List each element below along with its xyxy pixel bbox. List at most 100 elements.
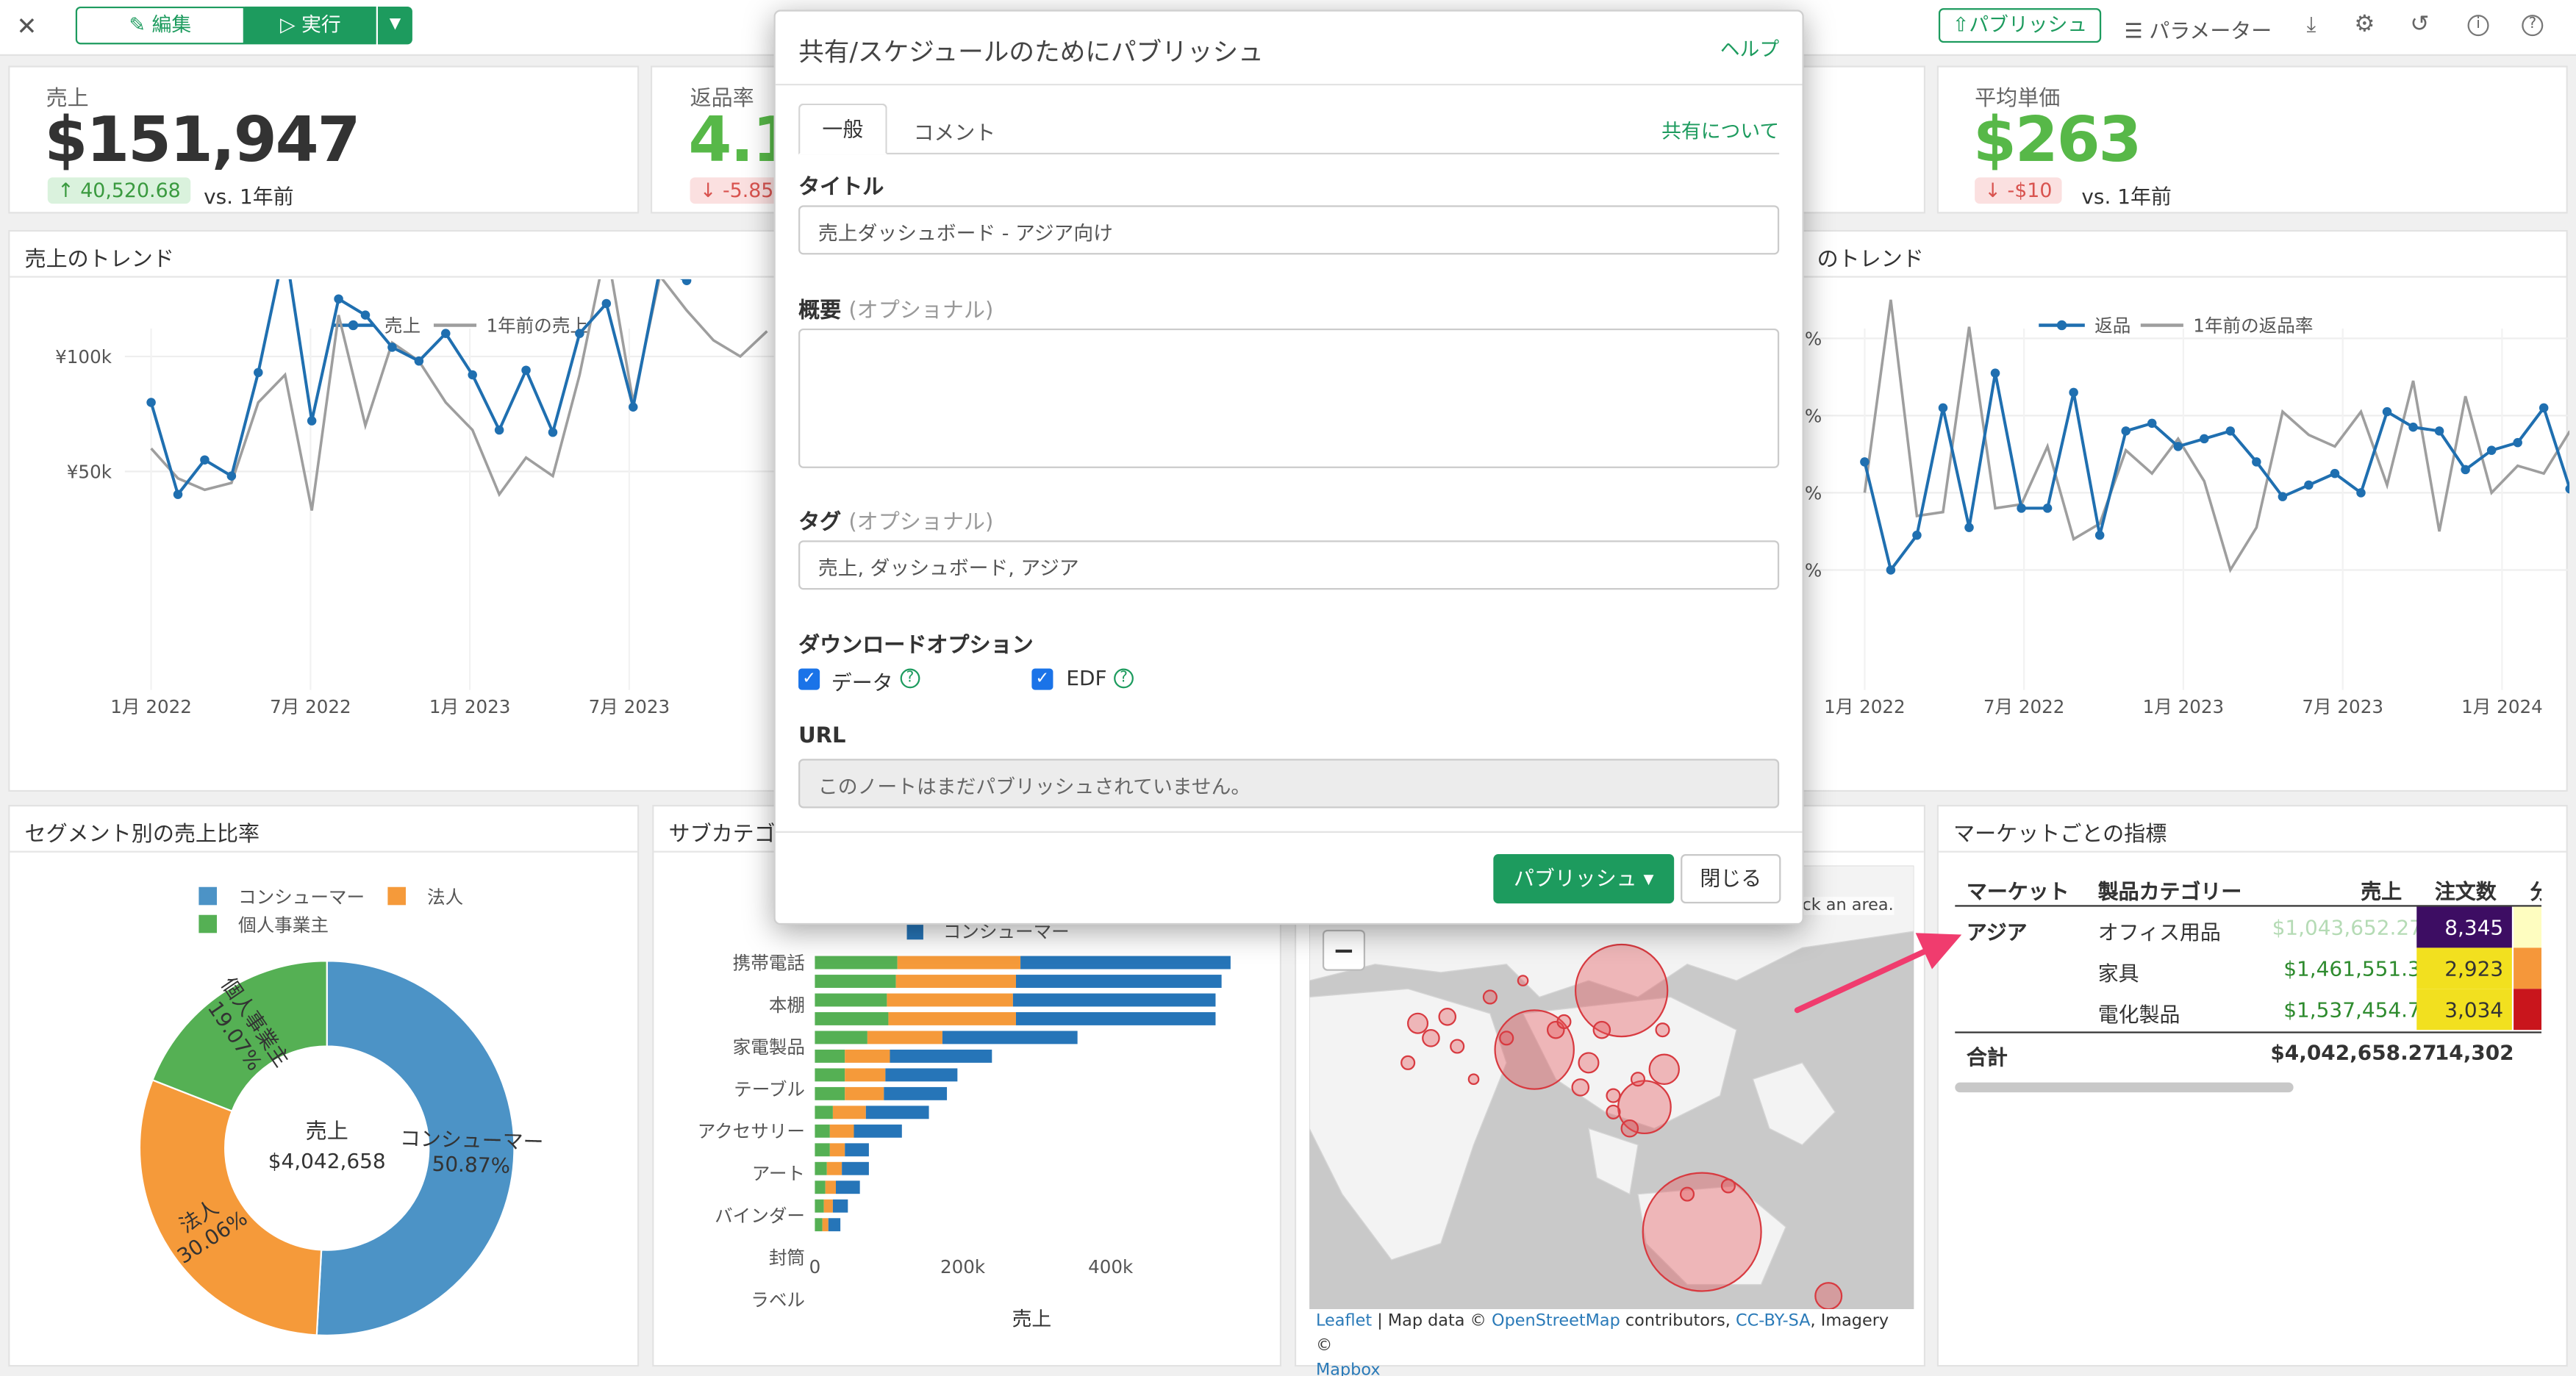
- gear-icon[interactable]: ⚙: [2354, 12, 2375, 38]
- leaflet-link[interactable]: Leaflet: [1316, 1313, 1372, 1331]
- edit-button[interactable]: ✎ 編集: [75, 6, 245, 45]
- optional-hint: (オプショナル): [848, 298, 994, 324]
- x-tick-label: 200k: [940, 1256, 986, 1278]
- y-tick-label: ¥50k: [67, 461, 112, 482]
- row-label: 本棚: [769, 995, 805, 1016]
- optional-hint: (オプショナル): [848, 510, 994, 536]
- donut-slice: [138, 1078, 323, 1336]
- col-header[interactable]: 注文数: [2435, 874, 2497, 905]
- edf-checkbox-label: EDF: [1066, 665, 1107, 690]
- data-checkbox[interactable]: ✓: [798, 668, 820, 690]
- data-point: [2200, 434, 2209, 444]
- row-label: アクセサリー: [698, 1121, 805, 1142]
- data-point: [307, 416, 317, 426]
- osm-link[interactable]: OpenStreetMap: [1492, 1313, 1620, 1331]
- title-input[interactable]: 売上ダッシュボード - アジア向け: [798, 205, 1780, 255]
- bar-segment: [865, 1106, 929, 1119]
- data-point: [628, 402, 638, 412]
- pencil-icon: ✎: [129, 12, 152, 37]
- publish-button[interactable]: ⇧パブリッシュ: [1938, 8, 2102, 43]
- data-point: [2434, 426, 2444, 436]
- tag-label-text: タグ: [798, 510, 842, 536]
- edit-label: 編集: [151, 12, 192, 37]
- help-link[interactable]: ヘルプ: [1720, 35, 1779, 62]
- help-icon[interactable]: ?: [2522, 15, 2544, 37]
- data-point: [254, 368, 263, 378]
- row-label: テーブル: [734, 1078, 805, 1100]
- x-tick-label: 7月 2023: [2302, 696, 2383, 717]
- data-checkbox-label: データ: [831, 670, 893, 695]
- data-point: [2330, 468, 2340, 479]
- category-cell: 電化製品: [2097, 1002, 2180, 1027]
- parameters-button[interactable]: ☰ パラメーター: [2124, 13, 2272, 44]
- info-icon[interactable]: i: [2467, 15, 2489, 37]
- data-point: [1938, 403, 1948, 413]
- kpi-delta-badge: ↓ -5.85: [690, 177, 784, 204]
- bar-segment: [1015, 975, 1222, 988]
- orders-cell: 8,345: [2444, 914, 2504, 940]
- x-tick-label: 1月 2022: [1824, 696, 1906, 717]
- market-bubble: [1571, 1078, 1590, 1097]
- help-circle-icon[interactable]: ?: [900, 668, 920, 689]
- bar-segment: [828, 1218, 841, 1232]
- legend-swatch: [387, 886, 406, 906]
- col-header-clipped: 分: [2530, 874, 2541, 905]
- y-tick-label: 6%: [1802, 405, 1822, 426]
- row-label: アート: [752, 1163, 805, 1184]
- data-point: [334, 294, 343, 304]
- horizontal-scrollbar[interactable]: [1955, 1082, 2294, 1093]
- download-icon[interactable]: ⤓: [2307, 13, 2316, 38]
- heat-cell: [2514, 947, 2542, 989]
- legend-swatch: [198, 914, 217, 934]
- data-point: [2094, 530, 2105, 540]
- total-orders: 14,302: [2434, 1039, 2514, 1065]
- license-link[interactable]: CC-BY-SA: [1736, 1313, 1811, 1331]
- orders-cell: 3,034: [2444, 997, 2504, 1022]
- edf-checkbox[interactable]: ✓: [1031, 668, 1053, 690]
- data-point: [521, 365, 531, 375]
- bar-segment: [942, 1031, 1078, 1044]
- heat-cell: [2514, 906, 2542, 948]
- mapbox-link[interactable]: Mapbox: [1316, 1362, 1381, 1376]
- data-point: [1912, 530, 1922, 540]
- close-button[interactable]: 閉じる: [1681, 854, 1781, 904]
- slice-label: コンシューマー50.87%: [399, 1126, 544, 1179]
- data-point: [2304, 480, 2314, 490]
- bar-segment: [1012, 993, 1216, 1007]
- publish-submit-button[interactable]: パブリッシュ ▾: [1493, 854, 1675, 904]
- sales-cell: $1,461,551.3: [2283, 956, 2421, 981]
- total-sales: $4,042,658.27: [2270, 1039, 2437, 1065]
- run-dropdown-button[interactable]: ▼: [377, 6, 412, 45]
- kpi-delta: -$10: [2007, 179, 2053, 202]
- market-bubble: [1679, 1186, 1695, 1202]
- data-point: [2461, 465, 2470, 475]
- run-button[interactable]: ▷ 実行: [244, 6, 376, 45]
- bar-segment: [887, 993, 1013, 1007]
- orders-cell: 2,923: [2444, 956, 2504, 981]
- help-circle-icon[interactable]: ?: [1114, 668, 1134, 689]
- category-cell: オフィス用品: [2097, 920, 2221, 945]
- data-point: [2225, 426, 2236, 436]
- market-bubble: [1407, 1012, 1429, 1034]
- x-tick-label: 0: [809, 1256, 821, 1278]
- close-icon[interactable]: ✕: [16, 12, 37, 41]
- col-header[interactable]: 売上: [2361, 874, 2402, 905]
- zoom-out-button[interactable]: −: [1322, 929, 1366, 971]
- publish-dialog: 共有/スケジュールのためにパブリッシュ ヘルプ 一般 コメント 共有について タ…: [773, 10, 1804, 925]
- summary-textarea[interactable]: [798, 328, 1780, 468]
- col-header[interactable]: マーケット: [1967, 874, 2069, 905]
- bar-segment: [815, 1218, 823, 1232]
- tab-comment[interactable]: コメント: [913, 115, 995, 146]
- market-bubble: [1400, 1055, 1416, 1070]
- bar-segment: [815, 993, 887, 1007]
- about-sharing-link[interactable]: 共有について: [1661, 117, 1779, 145]
- tag-input[interactable]: 売上, ダッシュボード, アジア: [798, 540, 1780, 590]
- bar-segment: [823, 1199, 833, 1213]
- row-label: 封筒: [769, 1247, 805, 1269]
- title-label: タイトル: [798, 176, 884, 201]
- legend-label: 1年前の売上: [486, 315, 588, 336]
- bar-segment: [815, 1049, 845, 1063]
- col-header[interactable]: 製品カテゴリー: [2098, 874, 2242, 905]
- tab-general[interactable]: 一般: [798, 103, 887, 155]
- history-icon[interactable]: ↺: [2410, 12, 2429, 38]
